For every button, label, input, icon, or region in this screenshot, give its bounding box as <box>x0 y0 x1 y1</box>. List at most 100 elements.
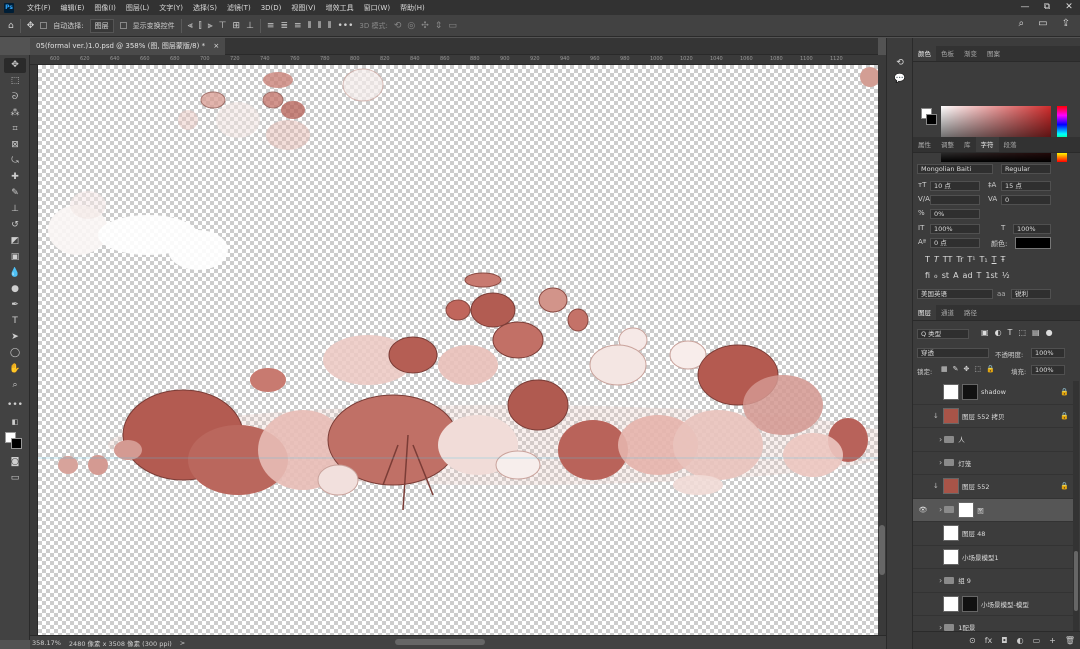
kerning-input[interactable] <box>930 195 980 205</box>
hand-tool-icon[interactable]: ✋ <box>4 362 26 377</box>
canvas-vertical-scrollbar[interactable] <box>878 55 886 635</box>
layer-row[interactable]: 小场景模型-模型 <box>913 593 1075 616</box>
close-tab-icon[interactable]: × <box>213 42 219 50</box>
orbit-3d-icon[interactable]: ⟲ <box>394 21 402 31</box>
layer-thumbnail[interactable] <box>943 478 959 495</box>
baseline-shift-input[interactable]: 0 点 <box>930 238 980 248</box>
menu-help[interactable]: 帮助(H) <box>395 3 430 13</box>
auto-select-checkbox[interactable] <box>40 22 48 29</box>
canvas-horizontal-scrollbar[interactable] <box>395 639 485 645</box>
menu-view[interactable]: 视图(V) <box>286 3 320 13</box>
faux-bold-button[interactable]: T <box>925 255 930 264</box>
tab-swatches[interactable]: 色板 <box>936 46 959 61</box>
layer-thumbnail[interactable] <box>943 407 959 424</box>
slide-3d-icon[interactable]: ⇕ <box>435 21 443 31</box>
edit-toolbar-icon[interactable]: ••• <box>4 398 26 413</box>
filter-smart-icon[interactable]: ▤ <box>1032 328 1040 337</box>
tab-gradients[interactable]: 渐变 <box>959 46 982 61</box>
layer-mask-thumbnail[interactable] <box>958 501 975 518</box>
blend-mode-select[interactable]: 穿透 <box>917 348 989 358</box>
distribute-hcenter-icon[interactable]: ⦀ <box>318 21 322 31</box>
tracking-input[interactable]: 0 <box>1001 195 1051 205</box>
tsume-input[interactable]: 0% <box>930 209 980 219</box>
visibility-toggle-icon[interactable]: 👁 <box>913 506 933 514</box>
filter-shape-icon[interactable]: ⬚ <box>1018 328 1026 337</box>
more-options-icon[interactable]: ••• <box>337 21 353 31</box>
status-menu-arrow[interactable]: > <box>180 639 185 647</box>
background-color-swatch[interactable] <box>11 438 22 449</box>
all-caps-button[interactable]: TT <box>943 255 953 264</box>
expand-chevron-icon[interactable]: › <box>939 576 942 585</box>
move-tool-icon[interactable]: ✥ <box>4 58 26 73</box>
font-family-select[interactable]: Mongolian Baiti <box>917 164 993 174</box>
menu-plugins[interactable]: 增效工具 <box>321 3 359 13</box>
path-select-tool-icon[interactable]: ➤ <box>4 330 26 345</box>
link-layers-icon[interactable]: ⊙ <box>969 636 976 645</box>
lock-image-icon[interactable]: ✎ <box>953 365 959 373</box>
underline-button[interactable]: T <box>992 255 997 264</box>
menu-filter[interactable]: 滤镜(T) <box>222 3 256 13</box>
menu-layer[interactable]: 图层(L) <box>121 3 154 13</box>
document-tab[interactable]: 05(formal ver.)1.0.psd @ 358% (图, 图层蒙版/8… <box>30 38 226 55</box>
expand-chevron-icon[interactable]: › <box>939 623 942 631</box>
layer-thumbnail[interactable] <box>943 525 959 542</box>
comments-panel-icon[interactable]: 💬 <box>892 72 908 86</box>
superscript-button[interactable]: T¹ <box>967 255 975 264</box>
new-adjustment-icon[interactable]: ◐ <box>1017 636 1024 645</box>
layers-scrollbar[interactable] <box>1073 381 1079 631</box>
tab-libraries[interactable]: 库 <box>959 137 976 152</box>
gradient-tool-icon[interactable]: ▣ <box>4 250 26 265</box>
ordinals-button[interactable]: 1st <box>985 271 997 280</box>
distribute-vcenter-icon[interactable]: ≣ <box>280 21 288 31</box>
layer-mask-thumbnail[interactable] <box>962 595 978 612</box>
blur-tool-icon[interactable]: 💧 <box>4 266 26 281</box>
layer-thumbnail[interactable] <box>943 595 959 612</box>
strikethrough-button[interactable]: Ŧ <box>1001 255 1006 264</box>
magic-wand-tool-icon[interactable]: ⁂ <box>4 106 26 121</box>
default-colors-icon[interactable]: ◧ <box>4 415 26 430</box>
new-layer-icon[interactable]: + <box>1049 636 1056 645</box>
expand-chevron-icon[interactable]: › <box>939 505 942 514</box>
marquee-tool-icon[interactable]: ⬚ <box>4 74 26 89</box>
menu-window[interactable]: 窗口(W) <box>359 3 395 13</box>
menu-3d[interactable]: 3D(D) <box>256 4 287 12</box>
layer-row[interactable]: › 1配景 <box>913 616 1075 631</box>
camera-3d-icon[interactable]: ▭ <box>448 21 457 31</box>
tab-layers[interactable]: 图层 <box>913 305 936 320</box>
layer-row[interactable]: shadow 🔒 <box>913 381 1075 405</box>
history-brush-tool-icon[interactable]: ↺ <box>4 218 26 233</box>
font-size-input[interactable]: 10 点 <box>930 181 980 191</box>
close-window-button[interactable]: ✕ <box>1058 0 1080 15</box>
titling-alternates-button[interactable]: T <box>977 271 982 280</box>
history-panel-icon[interactable]: ⟲ <box>892 56 908 70</box>
move-tool-icon[interactable]: ✥ <box>27 21 35 31</box>
tab-character[interactable]: 字符 <box>975 137 999 152</box>
align-top-icon[interactable]: ⊤ <box>219 21 227 31</box>
layer-row[interactable]: ↓ 图层 552 拷贝 🔒 <box>913 405 1075 428</box>
lock-all-icon[interactable]: 🔒 <box>986 365 995 373</box>
leading-input[interactable]: 15 点 <box>1001 181 1051 191</box>
align-right-icon[interactable]: ⫸ <box>208 21 213 31</box>
tab-paths[interactable]: 路径 <box>959 305 982 320</box>
document-canvas[interactable] <box>38 65 878 635</box>
old-style-button[interactable]: ℴ <box>934 271 938 280</box>
eyedropper-tool-icon[interactable]: ⤿ <box>4 154 26 169</box>
distribute-top-icon[interactable]: ≡ <box>267 21 275 31</box>
quick-mask-icon[interactable]: ◙ <box>4 455 26 470</box>
zoom-tool-icon[interactable]: ⌕ <box>4 378 26 393</box>
tab-paragraph[interactable]: 段落 <box>999 137 1022 152</box>
tab-channels[interactable]: 通道 <box>936 305 959 320</box>
lock-transparent-icon[interactable]: ▦ <box>941 365 948 373</box>
auto-select-dropdown[interactable]: 图层 <box>89 18 114 33</box>
zoom-level[interactable]: 358.17% <box>32 639 61 647</box>
pen-tool-icon[interactable]: ✒ <box>4 298 26 313</box>
layer-row[interactable]: › 组 9 <box>913 569 1075 593</box>
panel-background-swatch[interactable] <box>926 114 937 125</box>
lock-position-icon[interactable]: ✥ <box>964 365 970 373</box>
opacity-input[interactable]: 100% <box>1031 348 1065 358</box>
new-group-icon[interactable]: ▭ <box>1033 636 1041 645</box>
dodge-tool-icon[interactable]: ● <box>4 282 26 297</box>
lasso-tool-icon[interactable]: ᘐ <box>4 90 26 105</box>
layer-row[interactable]: ↓ 图层 552 🔒 <box>913 475 1075 499</box>
frame-tool-icon[interactable]: ⊠ <box>4 138 26 153</box>
